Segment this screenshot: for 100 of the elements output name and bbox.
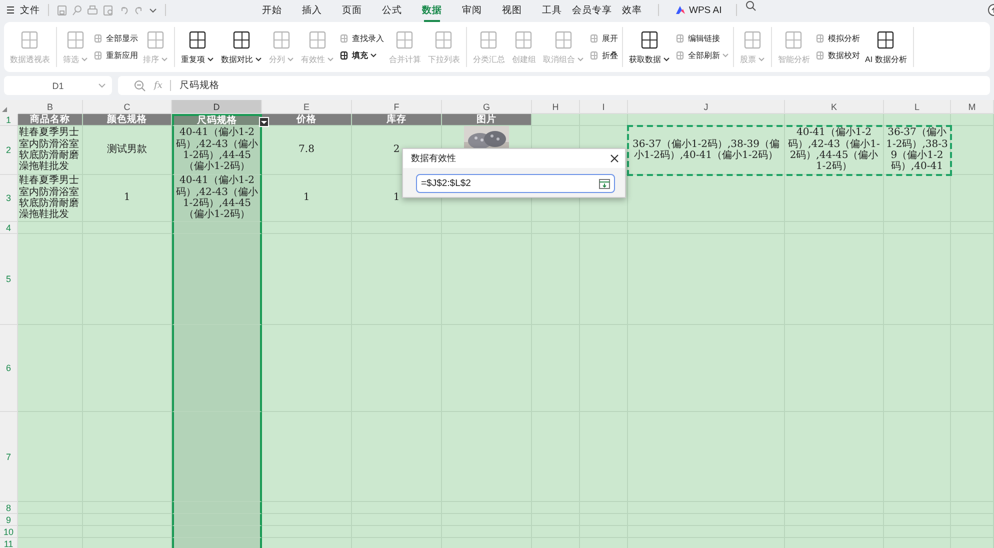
toolbar-button[interactable]: 重复项	[179, 30, 216, 64]
zoom-icon[interactable]	[134, 80, 146, 92]
row-header[interactable]: 4	[0, 222, 18, 234]
column-header[interactable]: F	[352, 100, 442, 114]
filter-dropdown-button[interactable]	[259, 117, 269, 127]
ribbon-tab[interactable]: 审阅	[452, 0, 492, 20]
caret-icon	[758, 56, 765, 62]
caret-icon	[207, 56, 214, 62]
print-preview-icon[interactable]	[103, 4, 114, 16]
table-icon	[675, 50, 686, 61]
cell-text: 鞋春夏季男士室内防滑浴室软底防滑耐磨澡拖鞋批发	[19, 175, 80, 221]
column-title: 尺码规格	[197, 114, 237, 126]
cell-text: 鞋春夏季男士室内防滑浴室软底防滑耐磨澡拖鞋批发	[19, 127, 80, 173]
ribbon-tab[interactable]: 工具	[532, 0, 572, 20]
formula-text: 尺码规格	[179, 79, 220, 92]
table-icon	[395, 30, 415, 50]
column-title: 价格	[296, 114, 316, 126]
row-header[interactable]: 11	[0, 538, 18, 548]
table-cell	[18, 526, 83, 538]
row-header[interactable]: 9	[0, 514, 18, 526]
table-icon	[589, 33, 600, 44]
row-header[interactable]: 6	[0, 325, 18, 412]
search-icon[interactable]	[744, 0, 756, 11]
table-icon	[514, 30, 534, 50]
column-header[interactable]: C	[83, 100, 172, 114]
column-header[interactable]: K	[785, 100, 884, 114]
ribbon-tab[interactable]: 效率	[612, 0, 652, 20]
table-icon	[554, 30, 574, 50]
column-header[interactable]: I	[580, 100, 628, 114]
column-title: 商品名称	[30, 114, 70, 126]
row-header[interactable]: 3	[0, 175, 18, 222]
ribbon-tab[interactable]: 公式	[372, 0, 412, 20]
table-cell	[580, 114, 628, 126]
printer-icon[interactable]	[87, 4, 98, 16]
collapse-dialog-icon[interactable]	[599, 178, 610, 188]
table-icon	[339, 50, 350, 61]
column-header[interactable]: L	[884, 100, 951, 114]
table-icon	[742, 30, 762, 50]
table-icon	[640, 30, 660, 50]
ribbon-tab[interactable]: 插入	[292, 0, 332, 20]
row-header[interactable]: 8	[0, 502, 18, 514]
caret-icon	[663, 56, 670, 62]
row-header[interactable]: 2	[0, 126, 18, 175]
row-header[interactable]: 10	[0, 526, 18, 538]
chevron-down-icon[interactable]	[149, 6, 157, 14]
cell-text: 1	[303, 192, 310, 204]
row-header[interactable]: 5	[0, 234, 18, 325]
cell-text: 7.8	[298, 144, 314, 156]
table-icon	[146, 30, 166, 50]
formula-bar[interactable]: fx 尺码规格	[118, 76, 990, 95]
column-header[interactable]: D	[172, 100, 262, 114]
table-icon	[815, 33, 826, 44]
column-header[interactable]: E	[262, 100, 352, 114]
name-box[interactable]: D1	[4, 76, 112, 95]
toolbar-button[interactable]: 填充	[339, 50, 384, 61]
table-icon	[815, 50, 826, 61]
ribbon-tab[interactable]: 数据	[412, 0, 452, 20]
row-header[interactable]: 7	[0, 412, 18, 502]
cell-text: 1	[393, 192, 400, 204]
caret-icon	[81, 56, 88, 62]
column-title: 图片	[476, 114, 496, 126]
table-icon	[232, 30, 252, 50]
menu-icon[interactable]	[6, 5, 15, 15]
select-all-icon[interactable]	[2, 107, 7, 112]
table-cell	[884, 114, 951, 126]
column-header[interactable]: G	[442, 100, 532, 114]
redo-icon[interactable]	[134, 4, 144, 16]
undo-icon[interactable]	[119, 4, 129, 16]
ribbon-tab[interactable]: 视图	[492, 0, 532, 20]
table-cell	[951, 114, 994, 126]
ribbon-tab[interactable]: 开始	[252, 0, 292, 20]
table-icon	[876, 30, 896, 50]
caret-icon	[261, 120, 267, 124]
chevron-down-icon[interactable]	[98, 83, 106, 88]
ribbon-tab[interactable]: 会员专享	[572, 0, 612, 20]
toolbar-button[interactable]: AI 数据分析	[863, 30, 909, 64]
file-menu[interactable]: 文件	[20, 4, 40, 16]
table-cell	[951, 126, 994, 175]
ribbon-tab[interactable]: 页面	[332, 0, 372, 20]
range-input[interactable]: =$J$2:$L$2	[416, 174, 615, 193]
table-icon	[93, 33, 104, 44]
column-header[interactable]: M	[951, 100, 994, 114]
table-icon	[434, 30, 454, 50]
column-header[interactable]: J	[628, 100, 785, 114]
toolbar-button[interactable]: 数据对比	[219, 30, 264, 64]
cell-text: 40-41（偏小1-2码）,42-43（偏小1-2码）,44-45（偏小1-2码）	[787, 127, 881, 173]
cell-text: 40-41（偏小1-2码）,42-43（偏小1-2码）,44-45（偏小1-2码）	[176, 127, 258, 173]
column-header[interactable]: B	[18, 100, 83, 114]
ai-logo-icon	[675, 5, 686, 15]
ai-button[interactable]: WPS AI	[669, 0, 728, 20]
table-cell	[951, 175, 994, 222]
save-icon[interactable]	[57, 4, 67, 16]
table-icon	[784, 30, 804, 50]
toolbar-button[interactable]: 获取数据	[627, 30, 672, 64]
close-button[interactable]	[610, 154, 619, 163]
table-cell	[18, 502, 83, 514]
row-header[interactable]: 1	[0, 114, 18, 126]
column-header[interactable]: H	[532, 100, 580, 114]
table-icon	[589, 50, 600, 61]
column-title: 颜色规格	[107, 114, 147, 126]
